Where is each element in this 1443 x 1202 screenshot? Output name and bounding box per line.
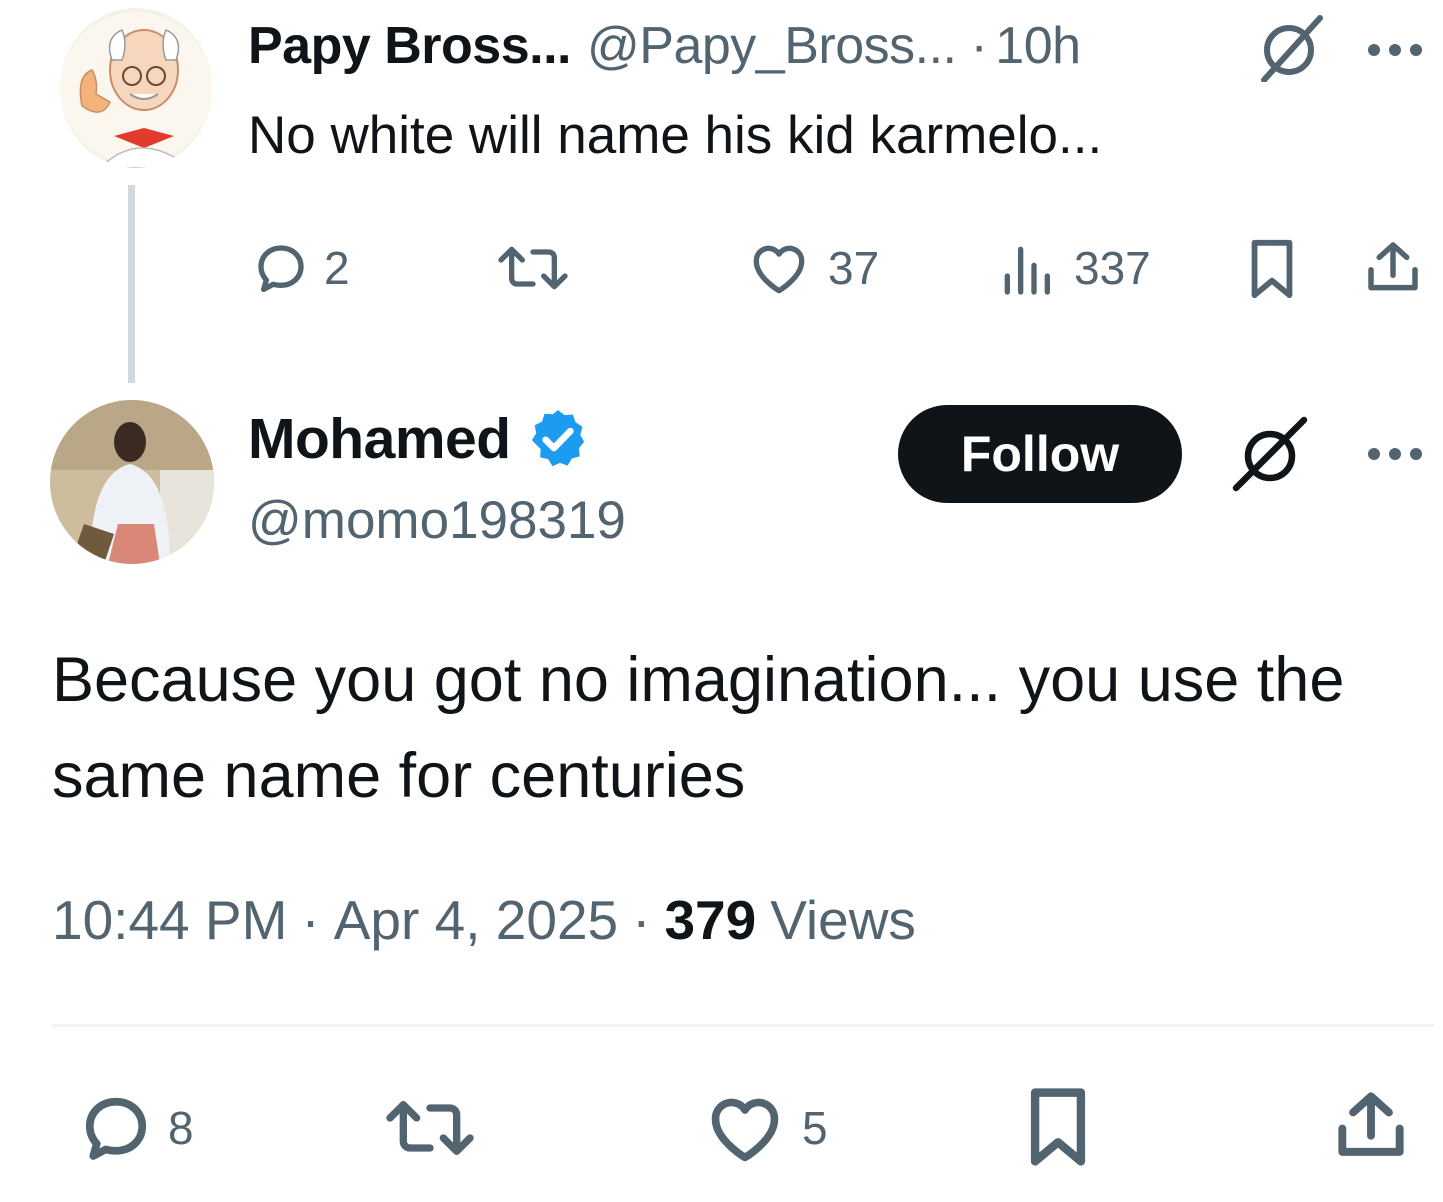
reply-count: 8: [168, 1102, 194, 1154]
share-button[interactable]: [1328, 1080, 1414, 1170]
grok-icon[interactable]: [1252, 14, 1328, 82]
views-count: 379: [664, 889, 757, 951]
parent-like-button[interactable]: 37: [742, 236, 879, 300]
parent-header: Papy Bross... @Papy_Bross... · 10h: [248, 16, 1081, 76]
more-icon[interactable]: [1364, 38, 1426, 62]
grok-icon[interactable]: [1230, 416, 1308, 492]
tweet-text: Because you got no imagination... you us…: [52, 645, 1345, 811]
divider: [52, 1024, 1434, 1027]
bookmark-button[interactable]: [1016, 1080, 1100, 1174]
parent-like-count: 37: [828, 242, 880, 294]
author-avatar[interactable]: [50, 400, 214, 564]
more-icon[interactable]: [1364, 442, 1426, 466]
author-display-name[interactable]: Mohamed: [248, 406, 511, 472]
verified-badge-icon[interactable]: [525, 406, 591, 472]
retweet-icon: [492, 236, 574, 300]
reply-button[interactable]: 8: [70, 1086, 194, 1170]
follow-button[interactable]: Follow: [898, 405, 1182, 503]
author-name-row[interactable]: Mohamed: [248, 406, 591, 472]
parent-retweet-button[interactable]: [492, 236, 574, 300]
parent-reply-button[interactable]: 2: [248, 236, 350, 300]
reply-icon: [70, 1086, 162, 1170]
bookmark-icon: [1240, 234, 1304, 304]
like-icon: [700, 1086, 790, 1170]
meta-separator: ·: [301, 889, 320, 951]
like-count: 5: [802, 1102, 828, 1154]
tweet-time[interactable]: 10:44 PM: [52, 888, 287, 952]
parent-reply-count: 2: [324, 242, 350, 294]
reply-icon: [248, 236, 314, 300]
parent-avatar[interactable]: [60, 8, 212, 168]
retweet-icon: [380, 1086, 480, 1170]
parent-bookmark-button[interactable]: [1240, 234, 1304, 304]
thread-connector-line: [128, 185, 135, 383]
parent-views-count: 337: [1074, 242, 1151, 294]
share-icon: [1360, 232, 1426, 302]
author-handle[interactable]: @momo198319: [248, 490, 626, 552]
views-icon: [998, 236, 1054, 300]
tweet-meta: 10:44 PM · Apr 4, 2025 · 379 Views: [52, 888, 916, 952]
bookmark-icon: [1016, 1080, 1100, 1174]
parent-time[interactable]: 10h: [995, 16, 1081, 76]
parent-share-button[interactable]: [1360, 232, 1426, 302]
parent-handle[interactable]: @Papy_Bross...: [587, 16, 957, 76]
like-icon: [742, 236, 816, 300]
views-label: Views: [770, 889, 916, 951]
tweet-date[interactable]: Apr 4, 2025: [334, 888, 618, 952]
retweet-button[interactable]: [380, 1086, 480, 1170]
share-icon: [1328, 1080, 1414, 1170]
parent-separator: ·: [970, 17, 988, 75]
parent-tweet-text: No white will name his kid karmelo...: [248, 106, 1103, 165]
like-button[interactable]: 5: [700, 1086, 828, 1170]
meta-separator: ·: [632, 889, 651, 951]
parent-display-name[interactable]: Papy Bross...: [248, 16, 571, 76]
parent-views-button[interactable]: 337: [998, 236, 1151, 300]
follow-button-label: Follow: [960, 426, 1120, 482]
